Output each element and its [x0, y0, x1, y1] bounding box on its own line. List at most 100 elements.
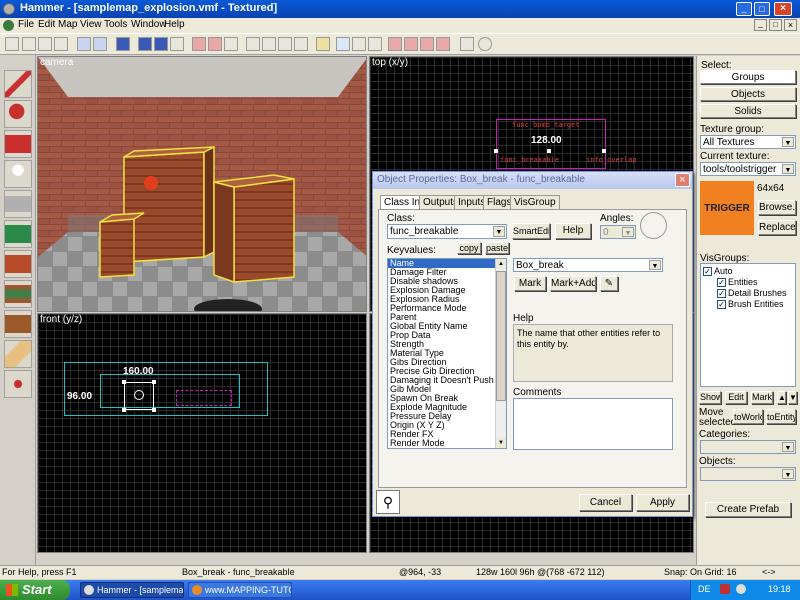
smartedit-button[interactable]: SmartEdit [512, 223, 550, 239]
menu-help[interactable]: Help [164, 19, 185, 30]
group-check-icon[interactable] [404, 37, 418, 51]
chevron-down-icon[interactable]: ▼ [649, 260, 661, 270]
select-solids-button[interactable]: Solids [700, 104, 796, 118]
visgroup-entities-checkbox[interactable]: ✓ [717, 278, 726, 288]
to-entity-button[interactable]: toEntity [766, 409, 796, 424]
keyvalue-item[interactable]: Damage Filter [388, 268, 496, 277]
selection-red-icon[interactable] [192, 37, 206, 51]
carve-icon[interactable] [77, 37, 91, 51]
grid-smaller-icon[interactable] [22, 37, 36, 51]
visgroup-mark-button[interactable]: Mark [751, 391, 773, 404]
minimize-icon[interactable]: _ [736, 2, 752, 16]
overlay-tool-icon[interactable] [4, 310, 32, 338]
decal-tool-icon[interactable] [4, 280, 32, 308]
hide-selected-icon[interactable] [352, 37, 366, 51]
grid-toggle-icon[interactable] [5, 37, 19, 51]
entity-check-icon[interactable] [420, 37, 434, 51]
taskbar-item-browser[interactable]: www.MAPPING-TUTO... [188, 582, 292, 598]
chevron-down-icon[interactable]: ▼ [782, 137, 794, 147]
hide-icon[interactable] [116, 37, 130, 51]
selection-mode-icon[interactable] [208, 37, 222, 51]
selection-alt-icon[interactable] [224, 37, 238, 51]
selection-handle[interactable] [122, 408, 126, 412]
help-button[interactable]: Help [555, 223, 591, 239]
keyvalues-list[interactable]: Name Damage Filter Disable shadows Explosio… [387, 258, 507, 449]
create-prefab-button[interactable]: Create Prefab [705, 502, 791, 517]
compile-icon[interactable] [460, 37, 474, 51]
cut-icon[interactable] [246, 37, 260, 51]
title-bar[interactable]: Hammer - [samplemap_explosion.vmf - Text… [0, 0, 800, 18]
visgroup-edit-button[interactable]: Edit [725, 391, 747, 404]
menu-view[interactable]: View [80, 19, 102, 30]
mark-add-button[interactable]: Mark+Add [550, 276, 596, 291]
keyvalue-item[interactable]: Strength [388, 340, 496, 349]
keyvalue-item[interactable]: Render Mode [388, 439, 496, 448]
keyvalue-item[interactable]: Prop Data [388, 331, 496, 340]
keyvalue-item[interactable]: Spawn On Break [388, 394, 496, 403]
current-texture-dropdown[interactable]: tools/toolstrigger ▼ [700, 162, 796, 176]
visgroup-down-icon[interactable]: ▼ [788, 391, 797, 404]
selection-handle[interactable] [602, 149, 606, 153]
volume-icon[interactable] [736, 584, 746, 594]
visgroup-auto[interactable]: ✓ Auto [703, 266, 733, 277]
mdi-close-icon[interactable]: × [784, 19, 797, 31]
apply-button[interactable]: Apply [636, 494, 689, 511]
menu-edit[interactable]: Edit [38, 19, 55, 30]
cancel-button[interactable]: Cancel [579, 494, 632, 511]
keyvalue-item[interactable]: Explosion Damage [388, 286, 496, 295]
selection-tool-icon[interactable] [4, 70, 32, 98]
visgroup-auto-checkbox[interactable]: ✓ [703, 267, 712, 277]
copy-icon[interactable] [262, 37, 276, 51]
visgroup-entities[interactable]: ✓ Entities [717, 277, 758, 288]
selection-handle[interactable] [122, 380, 126, 384]
move-check-icon[interactable] [388, 37, 402, 51]
chevron-down-icon[interactable]: ▼ [493, 226, 505, 237]
visgroup-check-icon[interactable] [436, 37, 450, 51]
3d-grid-icon[interactable] [54, 37, 68, 51]
chevron-down-icon[interactable]: ▼ [782, 164, 794, 174]
replace-button[interactable]: Replace... [758, 220, 796, 235]
keyvalue-item[interactable]: Global Entity Name [388, 322, 496, 331]
close-icon[interactable]: × [774, 2, 792, 16]
paste-special-icon[interactable] [294, 37, 308, 51]
keyvalue-item[interactable]: Explosion Radius [388, 295, 496, 304]
apply-texture-icon[interactable] [4, 250, 32, 278]
keyvalue-item[interactable]: Render FX [388, 430, 496, 439]
menu-map[interactable]: Map [58, 19, 77, 30]
run-map-icon[interactable] [478, 37, 492, 51]
paste-button[interactable]: paste [485, 242, 509, 254]
texture-scale-icon[interactable] [154, 37, 168, 51]
keyvalue-item[interactable]: Material Type [388, 349, 496, 358]
keyvalue-item[interactable]: Explode Magnitude [388, 403, 496, 412]
chevron-down-icon[interactable]: ▼ [782, 442, 794, 452]
keyvalue-item[interactable]: Gib Model [388, 385, 496, 394]
keyvalue-item[interactable]: Damaging it Doesn't Push It [388, 376, 496, 385]
grid-larger-icon[interactable] [38, 37, 52, 51]
taskbar-item-hammer[interactable]: Hammer - [samplema... [80, 582, 184, 598]
camera-tool-icon[interactable] [4, 130, 32, 158]
keyvalue-item[interactable]: Precise Gib Direction [388, 367, 496, 376]
texture-tool-icon[interactable] [4, 220, 32, 248]
texture-lock-icon[interactable] [138, 37, 152, 51]
language-indicator[interactable]: DE [698, 584, 711, 594]
pin-dialog-icon[interactable]: ⚲ [376, 490, 400, 514]
visgroup-detail-checkbox[interactable]: ✓ [717, 289, 726, 299]
mdi-restore-icon[interactable]: □ [769, 19, 782, 31]
camera-viewport[interactable]: camera [37, 56, 367, 312]
mark-button[interactable]: Mark [514, 276, 546, 291]
start-button[interactable]: Start [0, 580, 70, 600]
eyedropper-icon[interactable]: ✎ [600, 276, 618, 291]
browse-button[interactable]: Browse... [758, 200, 796, 215]
keyvalue-item[interactable]: Disable shadows [388, 277, 496, 286]
value-field[interactable]: Box_break ▼ [513, 258, 663, 272]
categories-dropdown[interactable]: ▼ [700, 440, 796, 454]
dialog-title-bar[interactable]: Object Properties: Box_break - func_brea… [373, 172, 692, 189]
to-world-icon[interactable] [336, 37, 350, 51]
mdi-minimize-icon[interactable]: _ [754, 19, 767, 31]
tray-icon[interactable] [720, 584, 730, 594]
keyvalue-item[interactable]: Parent [388, 313, 496, 322]
keyvalues-scrollbar[interactable]: ▲ ▼ [495, 259, 506, 448]
texture-group-dropdown[interactable]: All Textures ▼ [700, 135, 796, 149]
group-icon[interactable] [93, 37, 107, 51]
keyvalue-item[interactable]: Performance Mode [388, 304, 496, 313]
